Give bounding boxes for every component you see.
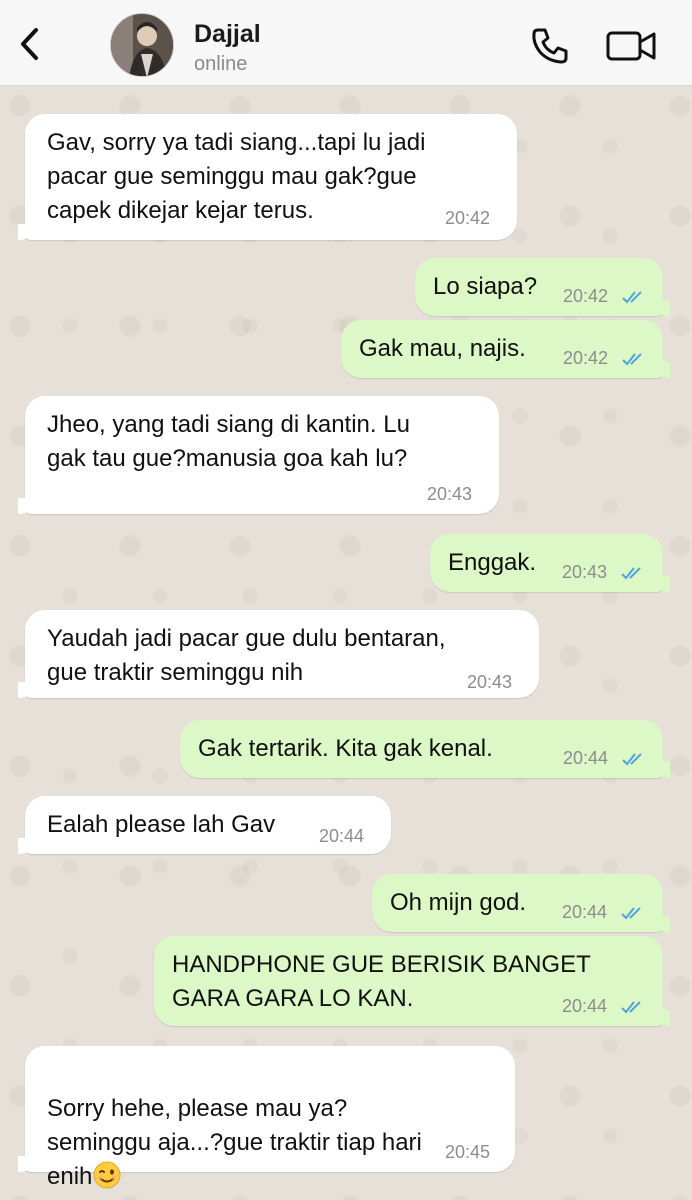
message-incoming[interactable]: Yaudah jadi pacar gue dulu bentaran, gue… (18, 610, 539, 698)
message-text: Oh mijn god. (390, 889, 527, 916)
read-receipt-icon (622, 753, 642, 766)
avatar[interactable] (110, 13, 174, 77)
winking-face-icon (93, 1161, 121, 1189)
message-text: Gak tertarik. Kita gak kenal. (198, 735, 493, 762)
back-button[interactable] (12, 22, 48, 66)
message-time: 20:43 (427, 484, 473, 504)
message-text: Jheo, yang tadi siang di kantin. Lu gak … (47, 411, 410, 472)
chat-area[interactable]: Gav, sorry ya tadi siang...tapi lu jadi … (0, 86, 692, 1200)
message-text: Sorry hehe, please mau ya? seminggu aja.… (47, 1058, 422, 1194)
message-text: Lo siapa? (433, 273, 538, 300)
message-time: 20:42 (563, 286, 609, 306)
read-receipt-icon (622, 353, 642, 366)
message-incoming[interactable]: Gav, sorry ya tadi siang...tapi lu jadi … (18, 114, 517, 240)
contact-status: online (194, 53, 248, 75)
video-camera-icon (606, 31, 656, 61)
message-outgoing[interactable]: Gak mau, najis. 20:42 (341, 320, 670, 378)
read-receipt-icon (622, 291, 642, 304)
message-incoming[interactable]: Sorry hehe, please mau ya? seminggu aja.… (18, 1046, 515, 1190)
read-receipt-icon (621, 907, 641, 920)
message-text: Enggak. (448, 549, 537, 576)
avatar-image (111, 14, 173, 76)
message-text: Ealah please lah Gav (47, 811, 276, 838)
message-time: 20:44 (563, 748, 609, 768)
message-outgoing[interactable]: Gak tertarik. Kita gak kenal. 20:44 (180, 720, 670, 778)
message-time: 20:44 (562, 996, 608, 1016)
message-incoming[interactable]: Ealah please lah Gav 20:44 (18, 796, 391, 854)
read-receipt-icon (621, 567, 641, 580)
message-time: 20:42 (445, 208, 491, 228)
message-outgoing[interactable]: Lo siapa? 20:42 (415, 258, 670, 316)
message-time: 20:43 (467, 672, 513, 692)
chevron-left-icon (21, 28, 38, 60)
chat-header: Dajjal online (0, 0, 692, 86)
message-incoming[interactable]: Jheo, yang tadi siang di kantin. Lu gak … (18, 396, 499, 514)
message-outgoing[interactable]: HANDPHONE GUE BERISIK BANGET GARA GARA L… (154, 936, 670, 1026)
video-call-button[interactable] (604, 24, 660, 68)
voice-call-button[interactable] (528, 24, 572, 68)
contact-name[interactable]: Dajjal (194, 20, 261, 49)
read-receipt-icon (621, 1001, 641, 1014)
message-text: Yaudah jadi pacar gue dulu bentaran, gue… (47, 625, 446, 686)
message-text: HANDPHONE GUE BERISIK BANGET GARA GARA L… (172, 951, 591, 1012)
message-text: Gak mau, najis. (359, 335, 526, 362)
message-time: 20:44 (319, 826, 365, 846)
message-outgoing[interactable]: Oh mijn god. 20:44 (372, 874, 670, 932)
message-time: 20:44 (562, 902, 608, 922)
phone-icon (532, 28, 568, 64)
message-outgoing[interactable]: Enggak. 20:43 (430, 534, 670, 592)
message-time: 20:42 (563, 348, 609, 368)
message-time: 20:43 (562, 562, 608, 582)
message-time: 20:45 (445, 1142, 491, 1162)
message-text: Gav, sorry ya tadi siang...tapi lu jadi … (47, 129, 426, 224)
